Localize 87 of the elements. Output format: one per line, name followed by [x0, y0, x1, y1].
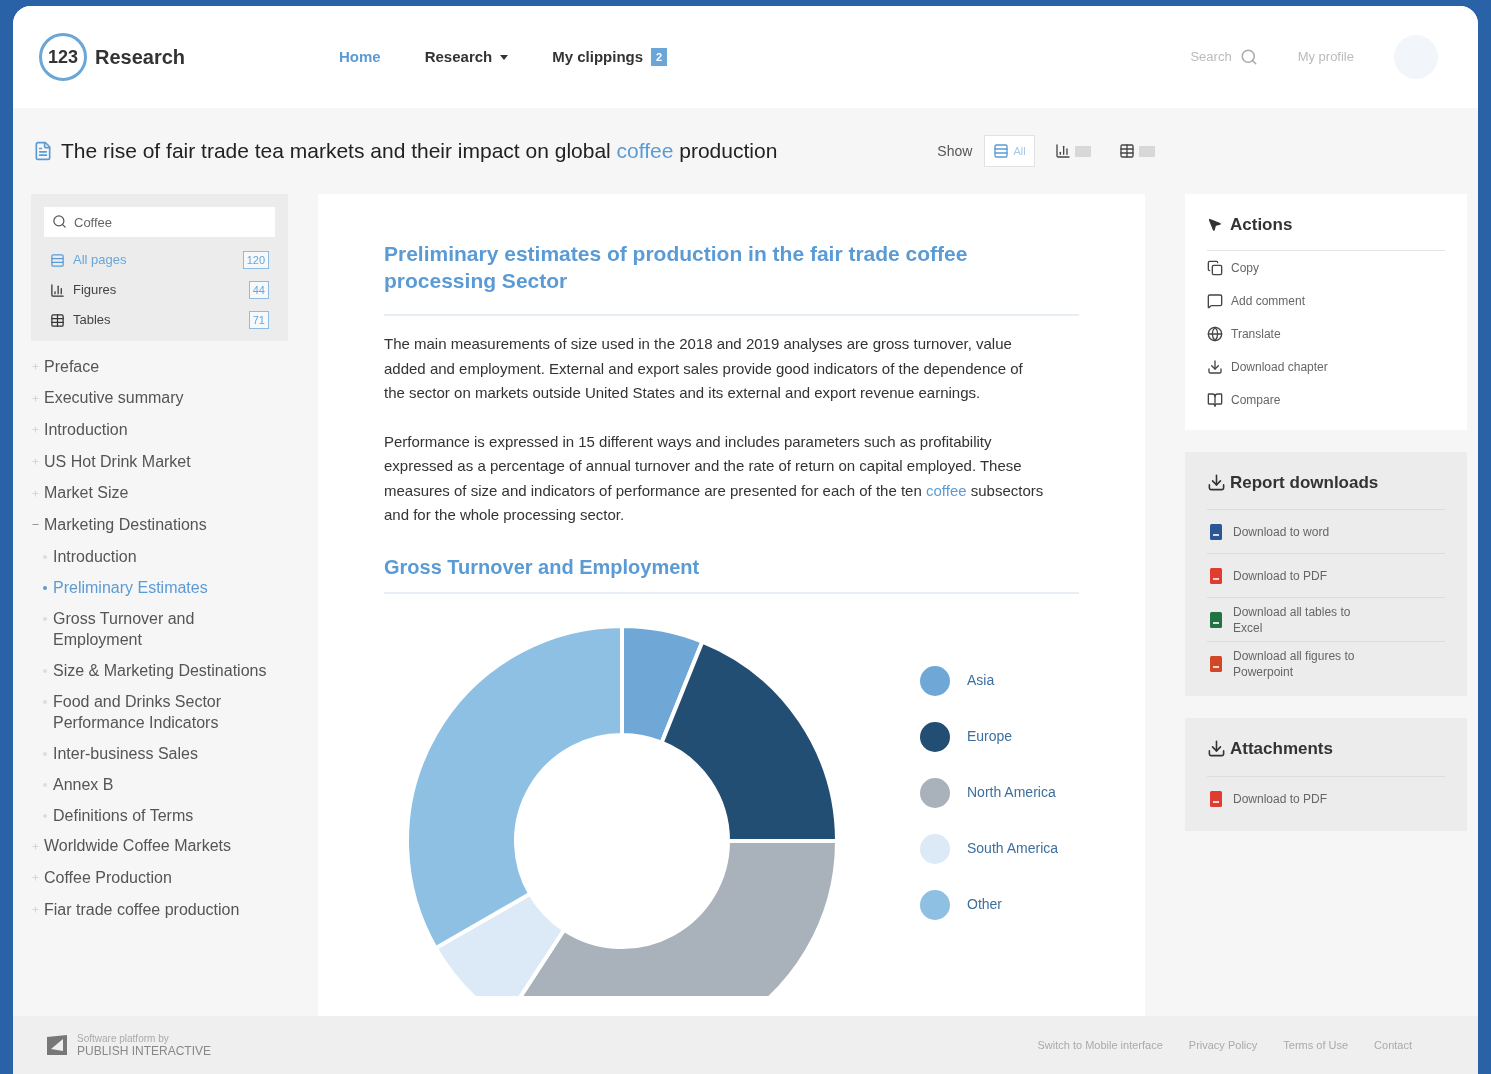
plus-icon[interactable] [31, 457, 40, 467]
plus-icon[interactable] [31, 393, 40, 403]
excel-file-icon [1207, 610, 1225, 629]
pointer-icon [1207, 217, 1222, 233]
legend-label: Other [967, 895, 1002, 914]
toc-item[interactable]: US Hot Drink Market [44, 449, 191, 474]
show-label: Show [937, 141, 973, 161]
toc-item[interactable]: Worldwide Coffee Markets [44, 834, 232, 859]
search-icon[interactable] [1239, 48, 1258, 66]
plus-icon[interactable] [31, 362, 40, 372]
filter-item[interactable]: Figures 44 [44, 275, 275, 305]
toc-subitem[interactable]: Inter-business Sales [53, 742, 268, 764]
plus-icon[interactable] [31, 841, 40, 851]
count-badge: 71 [248, 310, 269, 330]
page-title: The rise of fair trade tea markets and their impact on global coffee production [61, 138, 778, 165]
card-title: Attachments [1230, 738, 1333, 760]
toc-subitem[interactable]: Introduction [53, 545, 268, 567]
brand-tagline: Software platform by [77, 1033, 170, 1045]
download-link[interactable]: Download to PDF [1233, 790, 1383, 807]
article-heading: Preliminary estimates of production in the fair trade coffee processing Sector [384, 241, 969, 294]
download-icon [1207, 472, 1226, 492]
toc-item[interactable]: Coffee Production [44, 865, 172, 890]
pdf-file-icon [1207, 789, 1225, 808]
caret-icon [500, 54, 509, 60]
legend-label: North America [967, 783, 1056, 802]
book-icon [1207, 391, 1223, 408]
nav-link[interactable]: Research [424, 45, 509, 69]
logo-mark: 123 [39, 33, 87, 81]
card-title: Report downloads [1230, 471, 1379, 494]
brand-logo-icon [45, 1033, 69, 1057]
powerpoint-file-icon [1207, 655, 1225, 673]
comment-icon [1207, 292, 1223, 309]
toc-item[interactable]: Preface [44, 354, 100, 379]
bar-chart-icon [50, 282, 65, 298]
search-field[interactable]: Coffee [44, 207, 275, 237]
download-icon [1207, 739, 1226, 759]
toc-item[interactable]: Marketing Destinations [44, 512, 207, 537]
article-paragraph: Performance is expressed in 15 different ways and includes parameters such as profitability expressed as a percentage of annual turnover and the rate of return on capital employed. These measures of size and indicators of performance are presented for each of the ten coffee subsectors and for the whole processing sector. [384, 431, 1044, 525]
plus-icon[interactable] [31, 905, 40, 915]
toc-subitem[interactable]: Food and Drinks Sector Performance Indicators [53, 690, 268, 733]
count-badge [1074, 145, 1091, 157]
toc-item[interactable]: Introduction [44, 418, 128, 442]
download-link[interactable]: Download to PDF [1233, 567, 1383, 584]
count-badge: 120 [242, 250, 269, 270]
globe-icon [1207, 325, 1223, 342]
legend-label: Europe [967, 727, 1013, 746]
download-icon [1207, 358, 1223, 375]
download-link[interactable]: Download all tables to Excel [1233, 603, 1383, 636]
word-file-icon [1207, 522, 1225, 541]
bar-chart-icon [1054, 143, 1071, 159]
download-link[interactable]: Download all figures to Powerpoint [1233, 648, 1383, 680]
action-link[interactable]: Add comment [1231, 291, 1306, 310]
download-link[interactable]: Download to word [1233, 523, 1383, 540]
toc-subitem[interactable]: Size & Marketing Destinations [53, 659, 268, 681]
card-title: Actions [1230, 214, 1293, 236]
action-link[interactable]: Copy [1231, 258, 1259, 277]
nav-link[interactable]: My clippings [552, 45, 644, 69]
copy-icon [1207, 259, 1223, 276]
legend-label: South America [967, 839, 1059, 858]
toc-item[interactable]: Executive summary [44, 386, 184, 411]
brand-name: PUBLISH INTERACTIVE [77, 1045, 212, 1057]
toc-subitem[interactable]: Gross Turnover and Employment [53, 607, 268, 650]
article-paragraph: The main measurements of size used in the 2018 and 2019 analyses are gross turnover, value added and employment. External and export sales provide good indicators of the dependence of the sector on markets outside United States and its external and export revenue earnings. [384, 334, 1024, 403]
table-icon [1118, 143, 1135, 159]
document-icon [33, 141, 53, 161]
plus-icon[interactable] [31, 488, 40, 498]
action-link[interactable]: Compare [1231, 390, 1281, 409]
legend-label: Asia [967, 671, 995, 690]
pdf-file-icon [1207, 566, 1225, 585]
table-icon [50, 312, 65, 328]
list-icon [993, 143, 1010, 159]
plus-icon[interactable] [31, 873, 40, 883]
count-badge: 2 [651, 47, 668, 67]
plus-icon[interactable] [31, 425, 40, 435]
section-heading: Gross Turnover and Employment [384, 554, 701, 580]
filter-item[interactable]: Tables 71 [44, 305, 275, 335]
count-badge: 44 [248, 280, 269, 300]
toc-subitem[interactable]: Definitions of Terms [53, 804, 268, 826]
logo-text: Research [95, 45, 186, 70]
search-icon [52, 214, 67, 229]
action-link[interactable]: Download chapter [1231, 357, 1328, 376]
action-link[interactable]: Translate [1231, 324, 1281, 343]
count-badge [1138, 145, 1155, 157]
toc-item[interactable]: Fiar trade coffee production [44, 897, 240, 922]
toc-subitem[interactable]: Annex B [53, 773, 268, 795]
toc-item[interactable]: Market Size [44, 481, 129, 506]
list-icon [50, 252, 65, 268]
